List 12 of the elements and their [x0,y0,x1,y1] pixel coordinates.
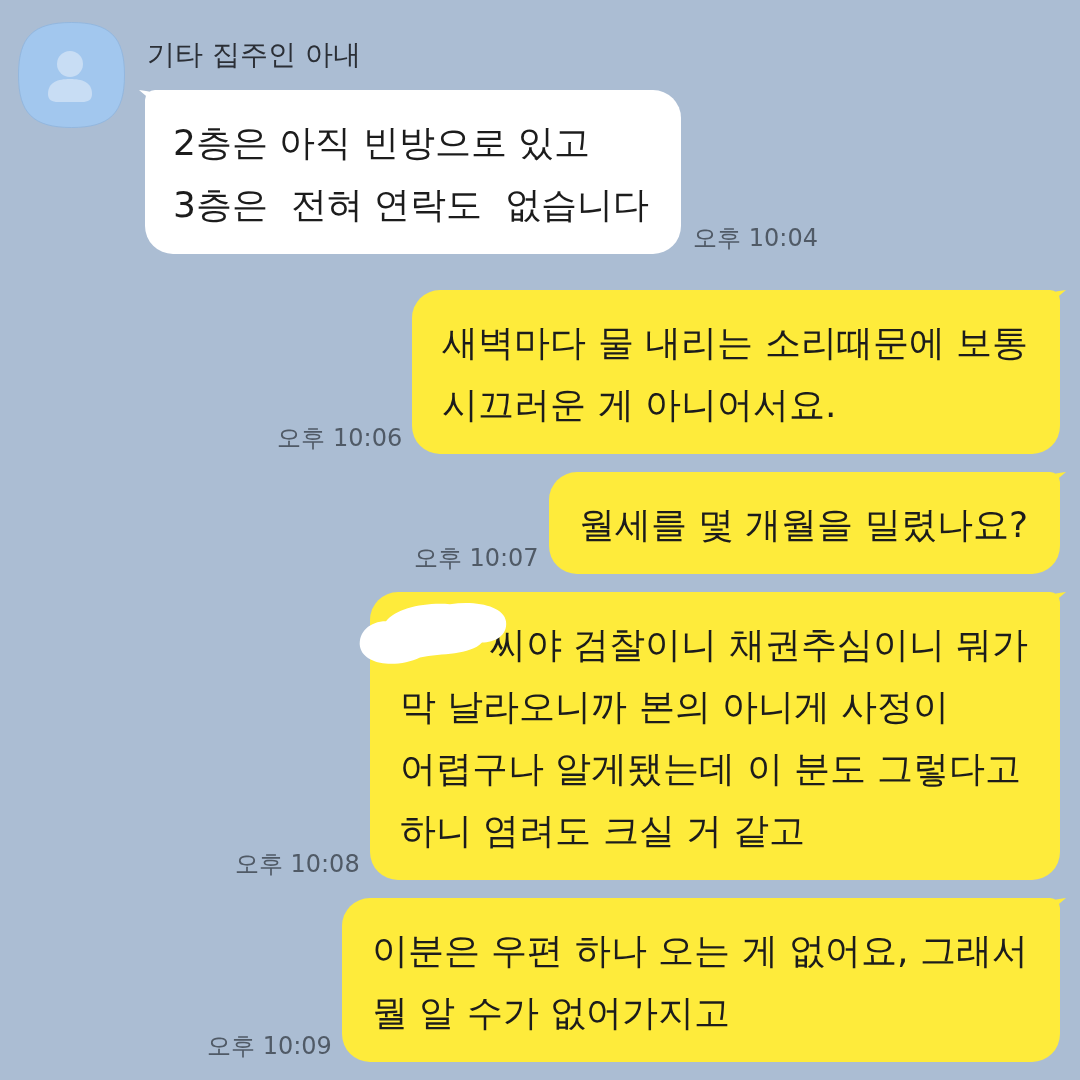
message-text: 2층은 아직 빈방으로 있고 3층은 전혀 연락도 없습니다 [173,121,650,227]
message-text: 새벽마다 물 내리는 소리때문에 보통 시끄러운 게 아니어서요. [442,321,1028,427]
message-time: 오후 10:07 [413,544,539,574]
message-text: 월세를 몇 개월을 밀렸나요? [578,503,1028,547]
message-time: 오후 10:09 [207,1032,332,1062]
message-time: 오후 10:06 [277,424,403,454]
sender-name: 기타 집주인 아내 [147,38,361,72]
avatar-icon[interactable] [18,22,125,128]
message-time: 오후 10:08 [234,850,360,880]
message-text: 씨야 검찰이니 채권추심이니 뭐가 막 날라오니까 본의 아니게 사정이 어렵구나 알게됐는데 이 분도 그렇다고 하니 염려도 크실 거 같고 [399,623,1028,853]
message-time: 오후 10:04 [693,224,818,254]
message-text: 이분은 우편 하나 오는 게 없어요, 그래서 뭘 알 수가 없어가지고 [371,929,1028,1035]
